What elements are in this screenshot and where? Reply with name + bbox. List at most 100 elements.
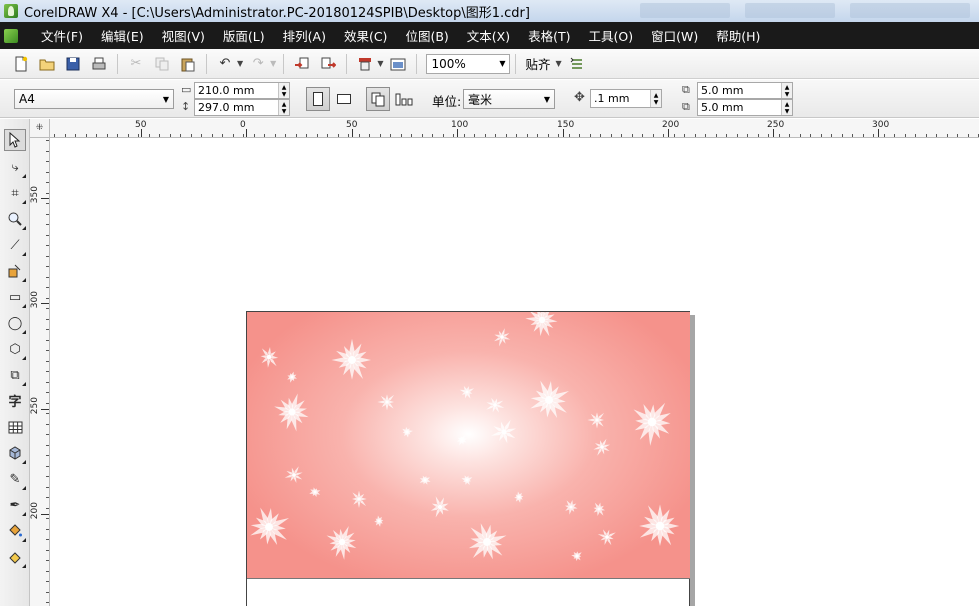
menu-arrange[interactable]: 排列(A) [274,26,335,45]
ruler-major-tick [41,303,49,304]
rectangle-icon: ▭ [8,289,22,305]
welcome-screen-icon[interactable] [387,53,409,75]
redo-icon[interactable]: ↷ [247,53,269,75]
menu-text[interactable]: 文本(X) [458,26,519,45]
extrude-cube-icon [9,446,21,460]
snap-to-button[interactable]: 贴齐 [525,54,550,73]
ruler-tick [46,423,49,425]
drawing-canvas[interactable] [51,139,979,606]
ruler-tick [46,497,49,498]
ruler-tick [64,134,66,137]
ruler-tick [495,134,496,137]
zoom-level-combo[interactable]: 100% ▼ [426,53,511,74]
menu-table[interactable]: 表格(T) [519,26,579,45]
rectangle-tool[interactable]: ▭ [4,286,26,308]
landscape-button[interactable] [332,87,356,111]
duplicate-distance-y-field[interactable]: 5.0 mm ▲ ▼ [697,99,793,116]
spin-arrows-icon[interactable]: ▲ ▼ [278,83,289,98]
toolbox: ⤷ ⌗ ⟋ ▭ ◯ ⬡ ⧉ 字 ✎ ✒ [0,119,30,606]
document-icon[interactable] [4,28,18,43]
ruler-tick [46,266,49,267]
eyedropper-tool[interactable]: ✎ [4,468,26,490]
spin-arrows-icon[interactable]: ▲ ▼ [781,100,792,115]
application-launcher-icon[interactable] [354,53,376,75]
copy-icon[interactable] [151,53,173,75]
interactive-fill-tool[interactable] [4,546,26,568]
duplicate-distance-x-field[interactable]: 5.0 mm ▲ ▼ [697,82,793,99]
ruler-major-tick [141,129,142,137]
menu-view[interactable]: 视图(V) [153,26,214,45]
pink-flower-artwork[interactable] [247,312,690,578]
outline-tool[interactable]: ✒ [4,494,26,516]
interactive-blend-tool[interactable] [4,442,26,464]
horizontal-ruler[interactable]: 50 0 50 100 150 200 250 300 [50,119,979,138]
ruler-tick [264,134,265,137]
menu-bitmaps[interactable]: 位图(B) [396,26,457,45]
ruler-label: 300 [872,120,890,130]
ruler-origin-corner[interactable]: ⁜ [30,119,50,138]
vertical-ruler[interactable]: 350 300 250 200 [30,138,50,606]
ellipse-tool[interactable]: ◯ [4,312,26,334]
snap-dropdown-icon[interactable]: ▼ [555,59,561,68]
freehand-tool[interactable]: ⟋ [4,234,26,256]
fill-tool[interactable] [4,520,26,542]
basic-shapes-icon: ⧉ [10,367,20,383]
launcher-dropdown-icon[interactable]: ▼ [377,59,383,68]
ruler-tick [46,549,49,551]
menu-window[interactable]: 窗口(W) [642,26,707,45]
units-combo[interactable]: 毫米 ▼ [463,89,555,109]
ruler-tick [852,134,853,137]
undo-dropdown-icon[interactable]: ▼ [237,59,243,68]
spin-arrows-icon[interactable]: ▲ ▼ [781,83,792,98]
page-height-field[interactable]: 297.0 mm ▲ ▼ [194,99,290,116]
ellipse-icon: ◯ [7,315,23,331]
open-folder-icon[interactable] [36,53,58,75]
ruler-tick [411,134,412,137]
portrait-button[interactable] [306,87,330,111]
menu-tools[interactable]: 工具(O) [580,26,643,45]
ruler-tick [46,486,49,488]
export-icon[interactable] [317,53,339,75]
ruler-tick [442,134,444,137]
all-pages-button[interactable] [366,87,390,111]
paint-bucket-icon [9,524,22,537]
ruler-tick [46,276,49,278]
menu-effects[interactable]: 效果(C) [335,26,396,45]
print-icon[interactable] [88,53,110,75]
import-icon[interactable] [291,53,313,75]
paper-preset-combo[interactable]: A4 ▼ [14,89,174,109]
menu-edit[interactable]: 编辑(E) [92,26,153,45]
spin-arrows-icon[interactable]: ▲ ▼ [278,100,289,115]
ruler-tick [46,224,49,225]
menu-layout[interactable]: 版面(L) [214,26,274,45]
toolbar-separator [206,53,207,74]
menu-help[interactable]: 帮助(H) [707,26,769,45]
spin-arrows-icon[interactable]: ▲ ▼ [650,90,661,107]
crop-tool[interactable]: ⌗ [4,182,26,204]
page-width-field[interactable]: 210.0 mm ▲ ▼ [194,82,290,99]
zoom-tool[interactable] [4,208,26,230]
basic-shapes-tool[interactable]: ⧉ [4,364,26,386]
current-page-button[interactable] [392,87,416,111]
polygon-tool[interactable]: ⬡ [4,338,26,360]
text-tool[interactable]: 字 [4,389,26,411]
ruler-tick [46,161,49,162]
paste-icon[interactable] [177,53,199,75]
ruler-tick [453,134,454,137]
ruler-tick [925,134,927,137]
table-tool[interactable] [4,416,26,438]
menu-file[interactable]: 文件(F) [32,26,92,45]
smart-fill-tool[interactable] [4,260,26,282]
new-document-icon[interactable] [10,53,32,75]
undo-icon[interactable]: ↶ [214,53,236,75]
ruler-tick [285,134,286,137]
ruler-tick [46,581,49,582]
pick-tool[interactable] [4,129,26,151]
save-icon[interactable] [62,53,84,75]
redo-dropdown-icon[interactable]: ▼ [270,59,276,68]
nudge-distance-field[interactable]: .1 mm ▲ ▼ [590,89,662,108]
shape-tool[interactable]: ⤷ [4,156,26,178]
cut-icon[interactable]: ✂ [125,53,147,75]
ruler-tick [46,465,49,467]
options-icon[interactable] [566,53,588,75]
